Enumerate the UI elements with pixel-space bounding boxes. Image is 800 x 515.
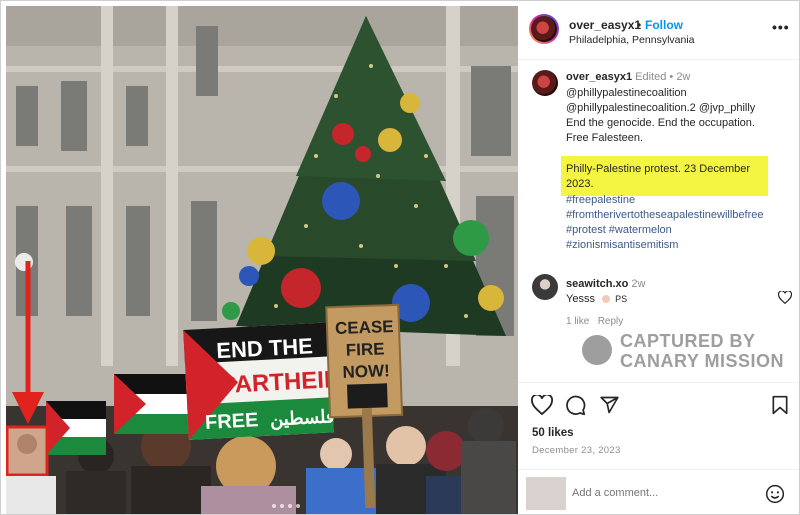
bookmark-icon[interactable] [771,395,789,415]
hashtag-item[interactable]: #freepalestine [566,193,635,208]
author-avatar-ring[interactable] [529,14,559,44]
caption-edited: Edited [635,71,667,83]
caption-mentions-line: @phillypalestinecoalition.2 @jvp_philly [566,101,755,116]
canary-mission-watermark: CAPTURED BY CANARY MISSION [580,329,798,374]
post-header: over_easyx1 • Follow Philadelphia, Penns… [518,1,799,60]
post-location[interactable]: Philadelphia, Pennsylvania [569,34,695,46]
sign-1-line-3: FREE [205,409,259,434]
comment-meta: 1 like Reply [566,314,623,329]
add-comment-input[interactable] [570,486,734,500]
palestine-flag-far-left [46,401,106,455]
post-photo[interactable]: END THE APARTHEID FREE فلسطين CEASE FIRE… [6,6,518,514]
caption-highlight-line-2: 2023. [566,178,594,190]
comment-suffix: PS [615,294,628,304]
caption-age: 2w [676,71,691,83]
likes-count[interactable]: 50 likes [532,427,574,439]
emoji-icon [602,295,611,303]
screenshot-frame: END THE APARTHEID FREE فلسطين CEASE FIRE… [0,0,800,515]
palestine-flag-left [114,374,194,434]
comment-body: Yesss PS [566,292,627,307]
hashtag-item[interactable]: #zionismisantisemitism [566,238,678,253]
more-options-icon[interactable]: ••• [772,19,790,35]
post-actions: 50 likes December 23, 2023 [518,382,799,478]
follow-button[interactable]: Follow [645,18,683,32]
caption-line-1: End the genocide. End the occupation. [566,117,755,129]
add-comment-bar [518,469,799,514]
hashtag-item[interactable]: #fromtherivertotheseapalestinewillbefree [566,208,764,223]
caption-avatar[interactable] [532,70,558,96]
caption-line-2: Free Falesteen. [566,132,644,144]
post-sidebar: over_easyx1 • Follow Philadelphia, Penns… [518,1,799,514]
author-username[interactable]: over_easyx1 [569,18,641,32]
comment-likes[interactable]: 1 like [566,316,589,327]
post-date: December 23, 2023 [532,445,621,456]
caption-header: over_easyx1 Edited • 2w [566,70,690,85]
sign-2-line-1: CEASE [335,317,394,338]
protest-scene: END THE APARTHEID FREE فلسطين CEASE FIRE… [6,6,518,514]
header-separator: • [637,18,642,32]
comment-header: seawitch.xo 2w [566,277,645,292]
caption-username[interactable]: over_easyx1 [566,71,632,83]
caption-separator: • [669,71,674,83]
comment-text: Yesss [566,293,595,305]
like-icon[interactable] [531,395,553,415]
commenter-username[interactable]: seawitch.xo [566,278,628,290]
share-icon[interactable] [599,395,620,415]
hashtag-item[interactable]: #protest #watermelon [566,223,672,238]
watermark-line-2: CANARY MISSION [620,351,785,371]
caption-highlight-line-1: Philly-Palestine protest. 23 December [566,163,751,175]
watermark-line-1: CAPTURED BY [620,331,756,351]
viewer-avatar [526,477,566,510]
caption-mention-1[interactable]: @phillypalestinecoalition [566,86,687,101]
author-avatar[interactable] [531,16,557,42]
sign-2-line-3: NOW! [342,361,390,382]
comment-reply-button[interactable]: Reply [598,316,624,327]
emoji-picker-icon[interactable] [765,484,785,504]
comment-icon[interactable] [565,395,586,416]
caption-mention-2[interactable]: @phillypalestinecoalition.2 [566,102,696,114]
canary-logo-icon [582,335,612,365]
comment-age: 2w [631,278,646,290]
caption-mention-3[interactable]: @jvp_philly [699,102,755,114]
comment-like-icon[interactable] [778,291,792,304]
sign-1-line-1: END THE [216,333,314,363]
sign-2-line-2: FIRE [345,339,384,359]
commenter-avatar[interactable] [532,274,558,300]
